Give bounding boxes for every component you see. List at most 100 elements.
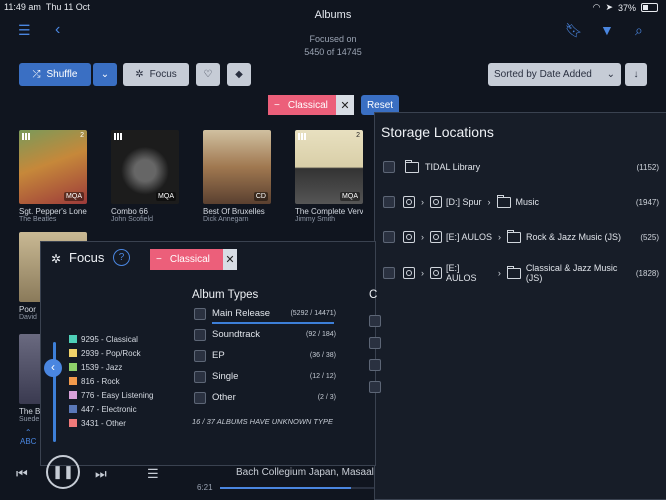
type-row-ep[interactable]: EP (36 / 38) [194, 345, 336, 366]
folder-icon [506, 265, 521, 279]
album-card[interactable]: 2 MQA The Complete Verve Jimmy Smith [295, 130, 363, 223]
legend-item[interactable]: 447 - Electronic [69, 402, 154, 416]
album-types-list: Main Release (5292 / 14471) Soundtrack (9… [194, 303, 336, 408]
checkbox[interactable] [383, 196, 395, 208]
legend-item[interactable]: 1539 - Jazz [69, 360, 154, 374]
bookmark-icon[interactable]: 🔖︎ [565, 22, 583, 39]
focus-chip-classical[interactable]: − Classical [150, 249, 223, 270]
focus-panel: ✲ Focus ? − Classical ✕ ‹ 9295 - Classica… [40, 241, 381, 466]
genre-scroll-track[interactable] [53, 342, 56, 442]
tidal-icon [114, 133, 123, 140]
pause-button[interactable]: ❚❚ [46, 455, 80, 489]
checkbox[interactable] [369, 315, 381, 327]
checkbox[interactable] [194, 307, 206, 320]
legend-swatch [69, 363, 77, 371]
minus-icon: − [156, 254, 162, 265]
checkbox[interactable] [194, 391, 206, 404]
now-playing-title: Bach Collegium Japan, Masaal [236, 467, 374, 478]
type-row-soundtrack[interactable]: Soundtrack (92 / 184) [194, 324, 336, 345]
folder-icon [507, 229, 522, 243]
elapsed-time: 6:21 [197, 483, 213, 492]
alphabet-jump[interactable]: ⌃ ABC [20, 428, 36, 446]
legend-item[interactable]: 816 - Rock [69, 374, 154, 388]
legend-swatch [69, 349, 77, 357]
disk-icon [430, 196, 442, 208]
legend-swatch [69, 335, 77, 343]
album-cover: CD [203, 130, 271, 204]
album-card[interactable]: MQA Combo 66 John Scofield [111, 130, 179, 223]
legend-item[interactable]: 3431 - Other [69, 416, 154, 430]
focus-button[interactable]: ✲ Focus [123, 63, 189, 86]
checkbox[interactable] [383, 161, 395, 173]
checkbox[interactable] [194, 328, 206, 341]
album-artist: John Scofield [111, 216, 154, 223]
disk-icon [429, 267, 442, 279]
second-column-header: C [369, 289, 378, 301]
album-title: Combo 66 [111, 207, 148, 216]
drive-settings-icon [403, 231, 415, 243]
checkbox[interactable] [369, 359, 381, 371]
checkbox[interactable] [369, 381, 381, 393]
album-card[interactable]: 2 MQA Sgt. Pepper's Lonely The Beatles [19, 130, 87, 223]
sort-dropdown[interactable]: Sorted by Date Added ⌄ [488, 63, 621, 86]
storage-row[interactable]: › [D:] Spur › Music (1947) [383, 193, 659, 211]
favorite-button[interactable]: ♡ [196, 63, 220, 86]
checkbox[interactable] [369, 337, 381, 349]
chevron-right-icon: › [421, 197, 424, 207]
legend-swatch [69, 377, 77, 385]
previous-track-icon[interactable]: ⏮︎ [16, 466, 28, 482]
checkbox[interactable] [194, 370, 206, 383]
chevron-left-icon[interactable]: ‹ [44, 359, 62, 377]
help-icon[interactable]: ? [113, 249, 130, 266]
legend-swatch [69, 391, 77, 399]
storage-row[interactable]: › [E:] AULOS › Classical & Jazz Music (J… [383, 263, 659, 283]
queue-icon[interactable]: ☰ [147, 466, 159, 482]
album-cover: 2 MQA [19, 130, 87, 204]
checkbox[interactable] [383, 267, 395, 279]
disk-icon [430, 231, 442, 243]
progress-track[interactable] [220, 487, 374, 489]
minus-icon: − [274, 99, 280, 111]
drive-settings-icon [402, 267, 415, 279]
album-artist: Jimmy Smith [295, 216, 336, 223]
checkbox[interactable] [194, 349, 206, 362]
filter-chip-classical[interactable]: − Classical [268, 95, 336, 115]
type-row-other[interactable]: Other (2 / 3) [194, 387, 336, 408]
storage-row[interactable]: TIDAL Library (1152) [383, 158, 659, 176]
shuffle-dropdown-button[interactable]: ⌄ [93, 63, 117, 86]
unknown-type-note: 16 / 37 ALBUMS HAVE UNKNOWN TYPE [192, 417, 334, 426]
album-title: Sgt. Pepper's Lonely [19, 207, 87, 216]
remove-focus-chip-button[interactable]: ✕ [223, 249, 237, 270]
album-title: The Complete Verve [295, 207, 363, 216]
legend-item[interactable]: 2939 - Pop/Rock [69, 346, 154, 360]
chevron-down-icon: ⌄ [100, 69, 110, 80]
album-card[interactable]: CD Best Of Bruxelles Dick Annegarn [203, 130, 271, 223]
type-row-single[interactable]: Single (12 / 12) [194, 366, 336, 387]
genre-legend: 9295 - Classical 2939 - Pop/Rock 1539 - … [69, 332, 154, 430]
sort-direction-button[interactable]: ↓ [625, 63, 647, 86]
storage-row[interactable]: › [E:] AULOS › Rock & Jazz Music (JS) (5… [383, 228, 659, 246]
remove-filter-button[interactable]: ✕ [336, 95, 354, 115]
pause-icon: ❚❚ [52, 464, 74, 479]
next-track-icon[interactable]: ⏭︎ [95, 466, 107, 482]
legend-swatch [69, 405, 77, 413]
chevron-right-icon: › [420, 268, 424, 278]
album-cover: MQA [111, 130, 179, 204]
search-icon[interactable]: ⌕ [635, 22, 643, 39]
storage-locations-panel: Storage Locations TIDAL Library (1152) ›… [374, 112, 666, 500]
folder-icon [496, 194, 511, 208]
tag-button[interactable]: ◆ [227, 63, 251, 86]
aperture-icon: ✲ [135, 69, 144, 80]
album-artist: The Beatles [19, 216, 57, 223]
album-cover: 2 MQA [295, 130, 363, 204]
type-row-main-release[interactable]: Main Release (5292 / 14471) [194, 303, 336, 324]
chevron-right-icon: › [498, 232, 502, 242]
close-icon: ✕ [340, 99, 350, 112]
legend-item[interactable]: 9295 - Classical [69, 332, 154, 346]
legend-item[interactable]: 776 - Easy Listening [69, 388, 154, 402]
shuffle-button[interactable]: ⤮ Shuffle [19, 63, 91, 86]
chevron-right-icon: › [497, 268, 501, 278]
checkbox[interactable] [383, 231, 395, 243]
tidal-icon [22, 133, 31, 140]
filter-icon[interactable]: ▼ [600, 22, 614, 38]
